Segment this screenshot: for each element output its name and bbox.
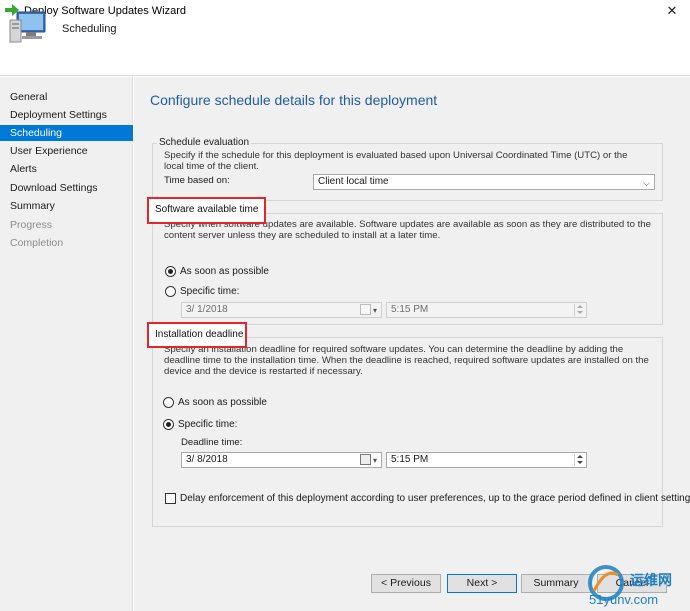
previous-button[interactable]: < Previous	[371, 574, 441, 593]
sidebar-item-user-experience[interactable]: User Experience	[0, 143, 133, 159]
deadline-specific-label: Specific time:	[178, 419, 238, 430]
sidebar-item-scheduling[interactable]: Scheduling	[0, 125, 133, 141]
sidebar-item-alerts[interactable]: Alerts	[0, 161, 133, 177]
deadline-date-picker[interactable]: 3/ 8/2018 ▾	[181, 452, 382, 468]
deadline-description: Specify an installation deadline for req…	[164, 344, 649, 377]
next-button[interactable]: Next >	[447, 574, 517, 593]
watermark-url: 51yunv.com	[589, 592, 659, 607]
summary-button[interactable]: Summary	[521, 574, 591, 593]
deadline-title: Installation deadline	[155, 329, 244, 340]
available-time-highlight: Software available time	[147, 197, 266, 224]
deadline-date-value: 3/ 8/2018	[186, 454, 228, 465]
delay-enforcement-label: Delay enforcement of this deployment acc…	[180, 493, 690, 504]
page-title: Configure schedule details for this depl…	[150, 92, 438, 108]
available-date-value: 3/ 1/2018	[186, 304, 228, 315]
chevron-down-icon: ▾	[372, 306, 377, 315]
deadline-specific-radio[interactable]	[163, 419, 174, 430]
deadline-time-value: 5:15 PM	[391, 454, 429, 465]
sidebar-item-deployment-settings[interactable]: Deployment Settings	[0, 107, 133, 123]
time-based-on-label: Time based on:	[164, 175, 230, 186]
spinner-arrows-icon[interactable]	[574, 454, 585, 466]
schedule-evaluation-description: Specify if the schedule for this deploym…	[164, 150, 628, 172]
available-date-picker: 3/ 1/2018 ▾	[181, 302, 382, 318]
available-time-spinner: 5:15 PM	[386, 302, 587, 318]
available-specific-label: Specific time:	[180, 286, 240, 297]
chevron-down-icon[interactable]: ▾	[373, 454, 377, 468]
available-specific-radio[interactable]	[165, 286, 176, 297]
computer-icon	[9, 11, 46, 43]
spinner-arrows-icon	[574, 304, 585, 316]
available-asap-radio[interactable]	[165, 266, 176, 277]
window-title: Deploy Software Updates Wizard	[24, 5, 187, 17]
sidebar-item-download-settings[interactable]: Download Settings	[0, 180, 133, 196]
sidebar-item-summary[interactable]: Summary	[0, 198, 133, 214]
calendar-icon[interactable]	[360, 454, 371, 465]
sidebar-item-general[interactable]: General	[0, 89, 133, 105]
sidebar-item-completion: Completion	[10, 237, 64, 249]
delay-enforcement-checkbox[interactable]	[165, 493, 176, 504]
chevron-down-icon: ⌵	[643, 178, 650, 188]
deadline-asap-radio[interactable]	[163, 397, 174, 408]
deadline-time-label: Deadline time:	[181, 437, 243, 448]
deadline-asap-label: As soon as possible	[178, 397, 267, 408]
deadline-highlight: Installation deadline	[147, 322, 247, 348]
calendar-icon	[360, 304, 371, 315]
step-title: Scheduling	[62, 23, 117, 35]
time-based-on-value: Client local time	[318, 176, 389, 187]
time-based-on-dropdown[interactable]: Client local time ⌵	[313, 174, 655, 190]
available-time-value: 5:15 PM	[391, 304, 429, 315]
watermark-text: 运维网	[630, 572, 672, 588]
sidebar-item-progress: Progress	[10, 219, 53, 231]
deadline-time-spinner[interactable]: 5:15 PM	[386, 452, 587, 468]
close-button[interactable]: ✕	[656, 0, 688, 22]
available-asap-label: As soon as possible	[180, 266, 269, 277]
wizard-step-sidebar: General Deployment Settings Scheduling U…	[0, 77, 133, 611]
schedule-evaluation-title: Schedule evaluation	[157, 137, 252, 148]
available-time-title: Software available time	[155, 204, 259, 215]
